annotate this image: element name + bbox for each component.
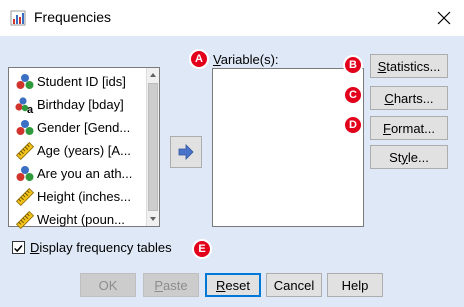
move-variable-button[interactable] [170, 136, 202, 168]
nominal-measure-icon [15, 73, 35, 91]
annotation-badge-c: C [343, 85, 363, 105]
cancel-button[interactable]: Cancel [266, 273, 322, 297]
variable-label: Weight (poun... [37, 212, 125, 227]
svg-text:a: a [27, 104, 34, 114]
source-list-scrollbar[interactable] [146, 68, 159, 226]
variable-list-item[interactable]: Age (years) [A... [9, 139, 147, 162]
variable-label: Age (years) [A... [37, 143, 131, 158]
close-icon [437, 11, 451, 25]
format-button[interactable]: Format... [370, 116, 448, 140]
scroll-thumb[interactable] [148, 83, 158, 211]
variable-label: Are you an ath... [37, 166, 133, 181]
variable-label: Gender [Gend... [37, 120, 131, 135]
variable-list-item[interactable]: Are you an ath... [9, 162, 147, 185]
title-bar: Frequencies [0, 0, 464, 36]
display-frequency-tables-label[interactable]: Display frequency tables [30, 240, 172, 255]
variable-list-item[interactable]: Weight (poun... [9, 208, 147, 231]
statistics-button[interactable]: Statistics... [370, 54, 448, 78]
annotation-badge-e: E [192, 239, 212, 259]
variable-label: Birthday [bday] [37, 97, 124, 112]
nominal-string-measure-icon: a [15, 96, 35, 116]
window-title: Frequencies [34, 9, 112, 25]
scale-ruler-icon [15, 141, 35, 160]
scroll-down-arrow-icon[interactable] [147, 212, 159, 226]
reset-button[interactable]: Reset [205, 273, 261, 297]
frequencies-app-icon [10, 10, 26, 26]
variable-list-item[interactable]: Student ID [ids] [9, 70, 147, 93]
annotation-badge-b: B [343, 55, 363, 75]
ok-button[interactable]: OK [80, 273, 136, 297]
variable-list-item[interactable]: a Birthday [bday] [9, 93, 147, 116]
annotation-badge-d: D [343, 115, 363, 135]
variable-label: Height (inches... [37, 189, 131, 204]
selected-variables-list[interactable] [212, 68, 364, 227]
help-button[interactable]: Help [327, 273, 383, 297]
close-button[interactable] [432, 6, 456, 30]
nominal-measure-icon [15, 165, 35, 183]
charts-button[interactable]: Charts... [370, 86, 448, 110]
paste-button[interactable]: Paste [143, 273, 199, 297]
nominal-measure-icon [15, 119, 35, 137]
variable-list-item[interactable]: Gender [Gend... [9, 116, 147, 139]
source-variable-list[interactable]: Student ID [ids] a Birthday [bday] Gender [… [8, 67, 160, 229]
checkmark-icon [14, 245, 23, 253]
scale-ruler-icon [15, 187, 35, 206]
display-frequency-tables-checkbox[interactable] [12, 241, 25, 254]
right-arrow-icon [178, 144, 194, 160]
variable-list-item[interactable]: Height (inches... [9, 185, 147, 208]
scroll-up-arrow-icon[interactable] [147, 68, 159, 82]
variables-label: Variable(s): [213, 52, 279, 67]
style-button[interactable]: St y le... [370, 145, 448, 169]
variable-label: Student ID [ids] [37, 74, 126, 89]
annotation-badge-a: A [189, 49, 209, 69]
scale-ruler-icon [15, 210, 35, 229]
